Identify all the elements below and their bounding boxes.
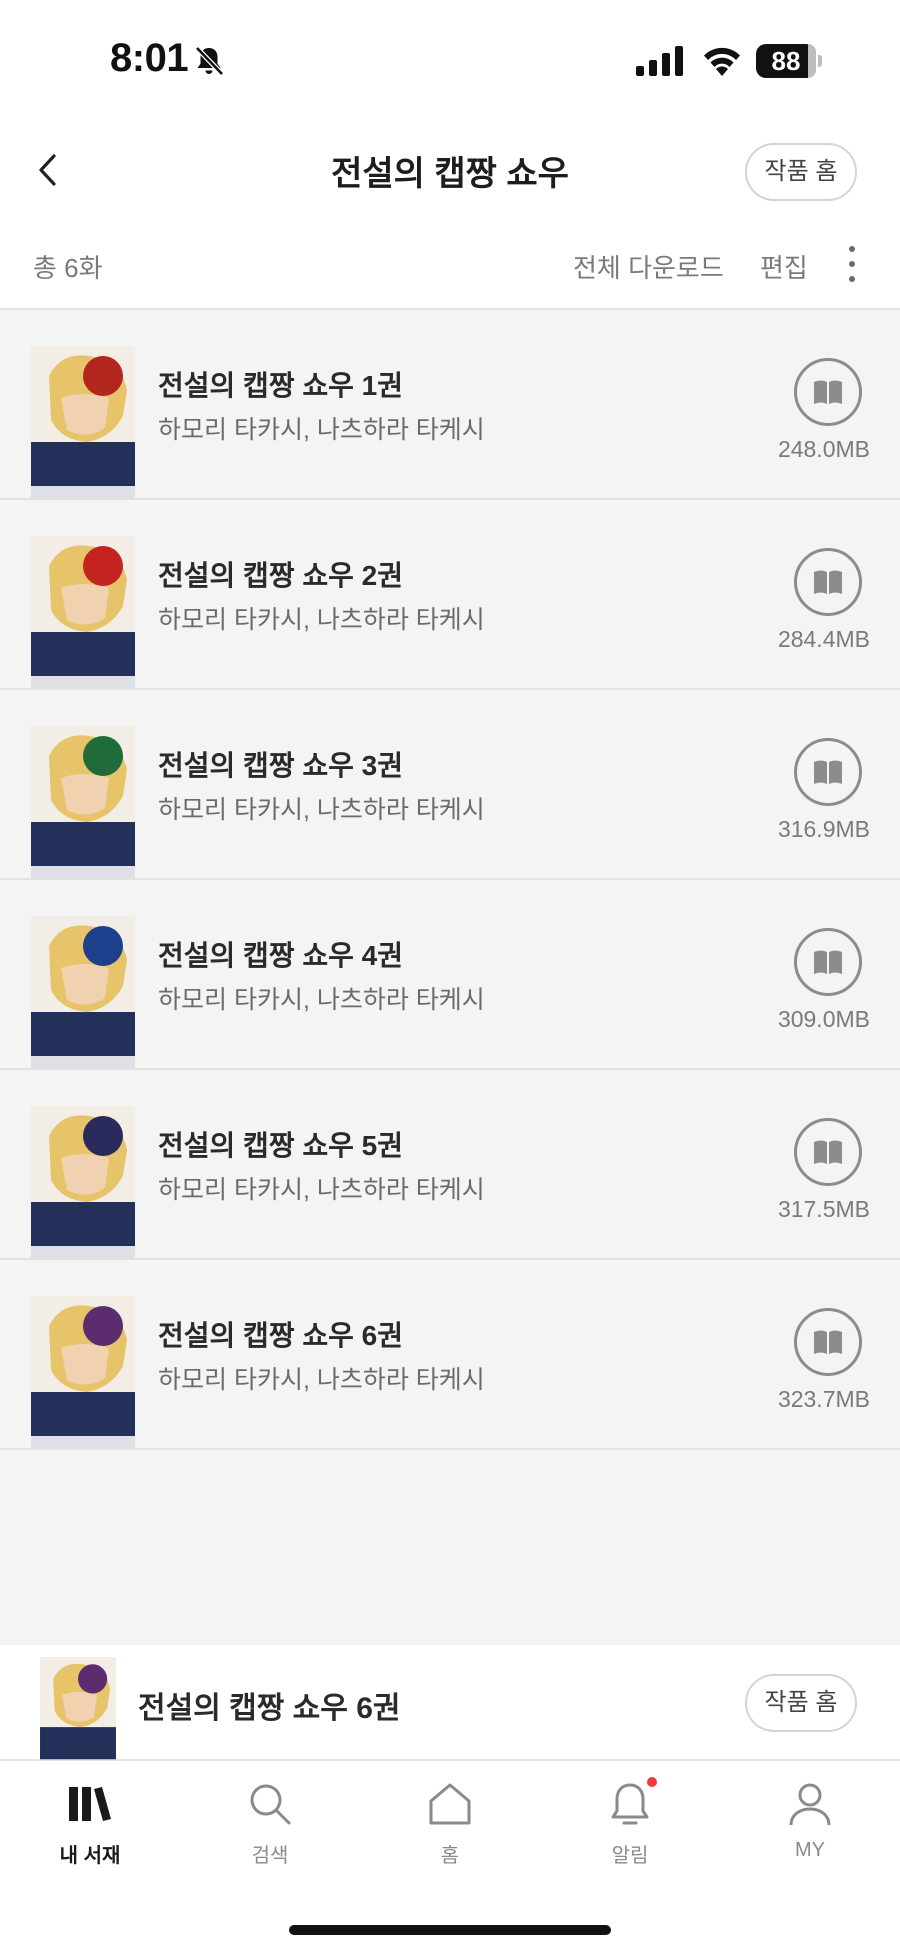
list-toolbar: 총 6화 전체 다운로드 편집 bbox=[0, 220, 900, 310]
read-book-button[interactable] bbox=[794, 358, 862, 426]
file-size: 284.4MB bbox=[777, 626, 870, 652]
tab-label: MY bbox=[795, 1839, 825, 1861]
tab-label: 홈 bbox=[440, 1845, 460, 1867]
open-book-icon bbox=[814, 380, 842, 404]
mini-book-cover bbox=[40, 1657, 116, 1761]
file-size: 248.0MB bbox=[777, 436, 870, 462]
status-bar: 8:01 88 bbox=[0, 0, 900, 120]
tab-home[interactable]: 홈 bbox=[360, 1761, 540, 1881]
volume-title: 전설의 캡짱 쇼우 5권 bbox=[158, 1130, 403, 1161]
now-reading-bar[interactable]: 전설의 캡짱 쇼우 6권 작품 홈 bbox=[0, 1645, 900, 1761]
search-icon bbox=[250, 1784, 291, 1825]
header: 전설의 캡짱 쇼우 작품 홈 bbox=[0, 120, 900, 220]
battery-indicator: 88 bbox=[756, 44, 822, 78]
volume-row[interactable]: 전설의 캡짱 쇼우 2권 하모리 타카시, 나츠하라 타케시 284.4MB bbox=[0, 500, 900, 690]
volume-author: 하모리 타카시, 나츠하라 타케시 bbox=[158, 416, 485, 444]
volume-row[interactable]: 전설의 캡짱 쇼우 4권 하모리 타카시, 나츠하라 타케시 309.0MB bbox=[0, 880, 900, 1070]
open-book-icon bbox=[814, 1140, 842, 1164]
total-count: 총 6화 bbox=[33, 253, 103, 283]
volume-author: 하모리 타카시, 나츠하라 타케시 bbox=[158, 1176, 485, 1204]
read-book-button[interactable] bbox=[794, 548, 862, 616]
read-book-button[interactable] bbox=[794, 738, 862, 806]
tab-search[interactable]: 검색 bbox=[180, 1761, 360, 1881]
volume-title: 전설의 캡짱 쇼우 1권 bbox=[158, 370, 403, 401]
tab-label: 내 서재 bbox=[59, 1845, 121, 1867]
read-book-button[interactable] bbox=[794, 1118, 862, 1186]
volume-row[interactable]: 전설의 캡짱 쇼우 5권 하모리 타카시, 나츠하라 타케시 317.5MB bbox=[0, 1070, 900, 1260]
read-book-button[interactable] bbox=[794, 1308, 862, 1376]
bottom-tab-bar: 내 서재 검색 홈 알림 MY bbox=[0, 1761, 900, 1951]
open-book-icon bbox=[814, 570, 842, 594]
tab-notifications[interactable]: 알림 bbox=[540, 1761, 720, 1881]
home-icon bbox=[429, 1783, 471, 1825]
tab-label: 알림 bbox=[611, 1845, 649, 1867]
download-all-button[interactable]: 전체 다운로드 bbox=[573, 248, 724, 285]
tab-my[interactable]: MY bbox=[720, 1761, 900, 1881]
more-options-icon[interactable] bbox=[838, 242, 866, 286]
signal-icon bbox=[636, 46, 683, 76]
now-reading-title: 전설의 캡짱 쇼우 6권 bbox=[138, 1692, 401, 1725]
volume-author: 하모리 타카시, 나츠하라 타케시 bbox=[158, 796, 485, 824]
mini-work-home-button[interactable]: 작품 홈 bbox=[745, 1674, 857, 1732]
book-cover-4 bbox=[31, 916, 135, 1068]
bell-off-icon bbox=[195, 46, 224, 76]
volume-row[interactable]: 전설의 캡짱 쇼우 1권 하모리 타카시, 나츠하라 타케시 248.0MB bbox=[0, 310, 900, 500]
book-cover-3 bbox=[31, 726, 135, 878]
open-book-icon bbox=[814, 950, 842, 974]
edit-button[interactable]: 편집 bbox=[760, 248, 808, 285]
status-time: 8:01 bbox=[110, 36, 189, 80]
book-cover-5 bbox=[31, 1106, 135, 1258]
volume-row[interactable]: 전설의 캡짱 쇼우 3권 하모리 타카시, 나츠하라 타케시 316.9MB bbox=[0, 690, 900, 880]
volume-list: 전설의 캡짱 쇼우 1권 하모리 타카시, 나츠하라 타케시 248.0MB 전… bbox=[0, 310, 900, 1450]
volume-author: 하모리 타카시, 나츠하라 타케시 bbox=[158, 986, 485, 1014]
book-cover-2 bbox=[31, 536, 135, 688]
file-size: 316.9MB bbox=[777, 816, 870, 842]
tab-library[interactable]: 내 서재 bbox=[0, 1761, 180, 1881]
person-icon bbox=[789, 1783, 831, 1826]
file-size: 317.5MB bbox=[777, 1196, 870, 1222]
tab-label: 검색 bbox=[251, 1845, 289, 1867]
open-book-icon bbox=[814, 1330, 842, 1354]
volume-author: 하모리 타카시, 나츠하라 타케시 bbox=[158, 1366, 485, 1394]
book-cover-1 bbox=[31, 346, 135, 498]
volume-title: 전설의 캡짱 쇼우 4권 bbox=[158, 940, 403, 971]
library-icon bbox=[69, 1787, 111, 1821]
bell-icon bbox=[611, 1783, 649, 1825]
open-book-icon bbox=[814, 760, 842, 784]
notification-badge bbox=[647, 1777, 657, 1787]
work-home-button[interactable]: 작품 홈 bbox=[745, 143, 857, 201]
wifi-icon bbox=[704, 47, 740, 76]
volume-row[interactable]: 전설의 캡짱 쇼우 6권 하모리 타카시, 나츠하라 타케시 323.7MB bbox=[0, 1260, 900, 1450]
volume-title: 전설의 캡짱 쇼우 2권 bbox=[158, 560, 403, 591]
book-cover-6 bbox=[31, 1296, 135, 1448]
battery-level: 88 bbox=[771, 46, 801, 76]
volume-title: 전설의 캡짱 쇼우 3권 bbox=[158, 750, 403, 781]
read-book-button[interactable] bbox=[794, 928, 862, 996]
volume-author: 하모리 타카시, 나츠하라 타케시 bbox=[158, 606, 485, 634]
home-indicator bbox=[289, 1925, 611, 1935]
file-size: 323.7MB bbox=[777, 1386, 870, 1412]
file-size: 309.0MB bbox=[777, 1006, 870, 1032]
volume-title: 전설의 캡짱 쇼우 6권 bbox=[158, 1320, 403, 1351]
